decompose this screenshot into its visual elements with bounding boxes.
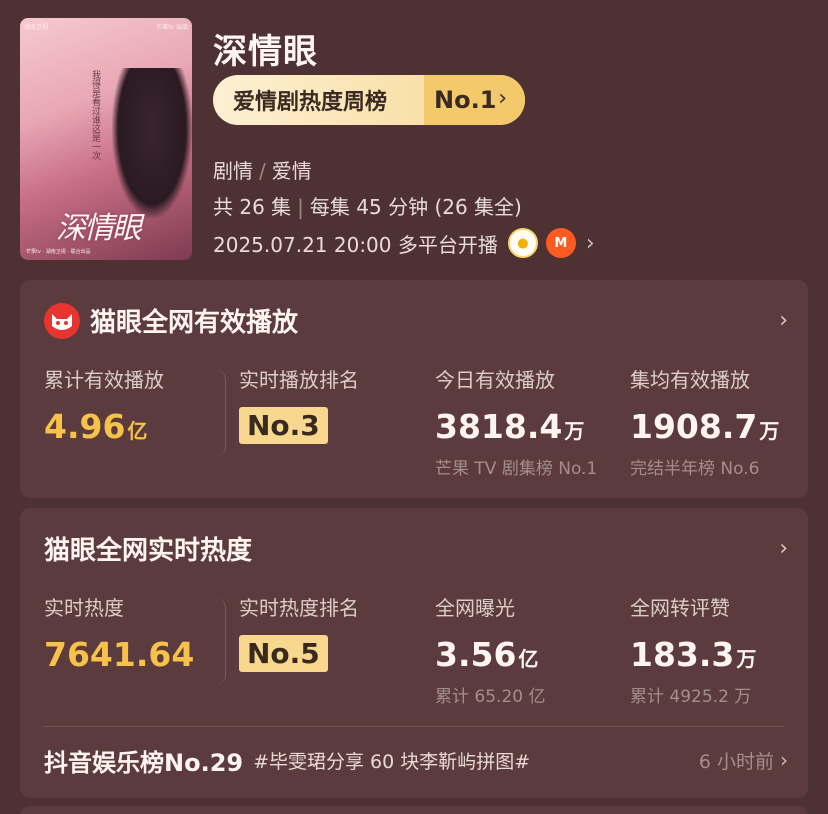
stat-value: 3818.4 万 xyxy=(435,407,585,446)
douyin-rank-title: 抖音娱乐榜No.29 xyxy=(44,748,244,777)
stat-sub: 芒果 TV 剧集榜 No.1 xyxy=(435,459,598,479)
stat-label: 今日有效播放 xyxy=(435,368,555,392)
douyin-rank-row[interactable]: 抖音娱乐榜No.29 #毕雯珺分享 60 块李靳屿拼图# 6 小时前 › xyxy=(44,740,788,780)
show-poster[interactable]: 湖南卫视 芒果tv 出品 我得是看过谁这是一次 深情眼 芒果tv · 湖南卫视 … xyxy=(20,18,192,260)
rank-value-text: No.1 xyxy=(434,86,497,114)
rank-badge: No.3 xyxy=(239,407,328,444)
stat-label: 全网转评赞 xyxy=(630,596,730,620)
stat-sub: 完结半年榜 No.6 xyxy=(630,459,760,479)
stat-value: 183.3 万 xyxy=(630,635,757,674)
stat-label: 实时热度 xyxy=(44,596,124,620)
stat-engagement: 全网转评赞 183.3 万 累计 4925.2 万 xyxy=(630,592,756,707)
rank-badge: No.5 xyxy=(239,635,328,672)
genre-tag[interactable]: 剧情 xyxy=(213,159,253,183)
chevron-right-icon: › xyxy=(498,86,507,111)
divider xyxy=(216,370,226,456)
poster-footer: 芒果tv · 湖南卫视 · 联合出品 xyxy=(26,249,91,255)
air-time: 2025.07.21 20:00 多平台开播 xyxy=(213,232,498,257)
stat-label: 全网曝光 xyxy=(435,596,515,620)
stat-label: 集均有效播放 xyxy=(630,368,750,392)
mango-tv-icon: M xyxy=(545,228,576,258)
stat-realtime-heat: 实时热度 7641.64 xyxy=(44,592,194,674)
stat-label: 实时热度排名 xyxy=(239,596,359,620)
stat-heat-rank: 实时热度排名 No.5 xyxy=(239,592,359,672)
episode-count: 共 26 集 xyxy=(213,195,292,219)
maoyan-cat-icon xyxy=(44,302,80,339)
chevron-right-icon: › xyxy=(780,748,788,772)
poster-logo-right: 芒果tv 出品 xyxy=(156,24,188,31)
genre-tag[interactable]: 爱情 xyxy=(272,159,312,183)
stat-label: 实时播放排名 xyxy=(239,368,359,392)
chevron-right-icon[interactable]: › xyxy=(779,536,788,561)
episode-length: 每集 45 分钟 (26 集全) xyxy=(309,195,522,219)
card-title: 猫眼全网有效播放 xyxy=(90,308,299,338)
chevron-right-icon[interactable]: › xyxy=(779,308,788,333)
douyin-time: 6 小时前 xyxy=(698,750,774,773)
stat-label: 累计有效播放 xyxy=(44,368,164,392)
card-title: 猫眼全网实时热度 xyxy=(44,536,253,566)
stat-value: 1908.7 万 xyxy=(630,407,780,446)
show-title: 深情眼 xyxy=(213,32,318,72)
episode-separator: | xyxy=(297,195,304,219)
rank-pill-label: 爱情剧热度周榜 xyxy=(233,90,388,115)
divider xyxy=(216,598,226,684)
realtime-heat-card[interactable]: 猫眼全网实时热度 › 实时热度 7641.64 实时热度排名 No.5 全网曝光… xyxy=(20,508,808,798)
stat-sub: 累计 4925.2 万 xyxy=(630,687,752,707)
stat-value: 3.56 亿 xyxy=(435,635,539,674)
poster-vertical-text: 我得是看过谁这是一次 xyxy=(90,70,100,160)
stat-value: 7641.64 xyxy=(44,635,195,674)
stat-today-play: 今日有效播放 3818.4 万 芒果 TV 剧集榜 No.1 xyxy=(435,364,597,479)
air-time-row[interactable]: 2025.07.21 20:00 多平台开播 ● M › xyxy=(213,228,595,258)
poster-logo-left: 湖南卫视 xyxy=(24,24,49,31)
stat-exposure: 全网曝光 3.56 亿 累计 65.20 亿 xyxy=(435,592,545,707)
rank-pill-value: No.1 xyxy=(424,75,525,125)
poster-title: 深情眼 xyxy=(56,211,142,246)
douyin-topic: #毕雯珺分享 60 块李靳屿拼图# xyxy=(253,750,531,773)
stat-value: 4.96 亿 xyxy=(44,407,148,446)
rank-pill-button[interactable]: 爱情剧热度周榜 No.1 › xyxy=(213,75,525,125)
next-card xyxy=(20,806,808,814)
effective-play-card[interactable]: 猫眼全网有效播放 › 累计有效播放 4.96 亿 实时播放排名 No.3 今日有效… xyxy=(20,280,808,498)
stat-total-play: 累计有效播放 4.96 亿 xyxy=(44,364,164,446)
chevron-right-icon: › xyxy=(585,230,595,256)
genre-line: 剧情 / 爱情 xyxy=(213,155,312,184)
divider xyxy=(44,726,784,727)
poster-couple-image xyxy=(112,68,192,218)
genre-separator: / xyxy=(259,159,266,183)
stat-avg-play: 集均有效播放 1908.7 万 完结半年榜 No.6 xyxy=(630,364,779,479)
episode-line: 共 26 集 | 每集 45 分钟 (26 集全) xyxy=(213,191,522,220)
stat-realtime-rank: 实时播放排名 No.3 xyxy=(239,364,359,444)
stat-sub: 累计 65.20 亿 xyxy=(435,687,546,707)
hunan-tv-icon: ● xyxy=(507,228,538,258)
